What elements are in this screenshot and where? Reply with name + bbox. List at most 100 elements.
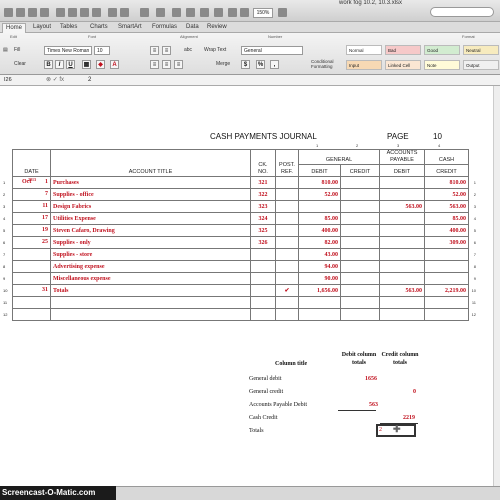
ck-no-cell[interactable]: 325: [250, 224, 276, 237]
orientation-button[interactable]: abc: [184, 46, 192, 55]
ap-debit-cell[interactable]: [379, 260, 426, 273]
general-debit-cell[interactable]: 1,656.00: [298, 284, 341, 297]
account-cell[interactable]: Advertising expense: [50, 260, 251, 273]
ck-no-cell[interactable]: [250, 296, 276, 309]
wrap-text-button[interactable]: Wrap Text: [204, 46, 226, 55]
cash-credit-cell[interactable]: 810.00 1: [424, 176, 476, 189]
date-cell[interactable]: 11: [3, 296, 51, 309]
search-input[interactable]: [430, 7, 494, 17]
general-debit-cell[interactable]: 52.00: [298, 188, 341, 201]
date-cell[interactable]: 8: [3, 260, 51, 273]
cash-credit-cell[interactable]: 400.00 5: [424, 224, 476, 237]
align-right-icon[interactable]: ≡: [174, 60, 183, 69]
tab-home[interactable]: Home: [2, 23, 27, 33]
account-cell[interactable]: Steven Cafaro, Drawing: [50, 224, 251, 237]
date-cell[interactable]: 6 25: [3, 236, 51, 249]
date-cell[interactable]: 7: [3, 248, 51, 261]
style-normal[interactable]: Normal: [346, 45, 382, 55]
worksheet[interactable]: CASH PAYMENTS JOURNAL PAGE 10 1 2 3 4 DA…: [0, 86, 500, 486]
general-credit-cell[interactable]: [339, 296, 381, 309]
post-ref-cell[interactable]: [275, 248, 299, 261]
style-bad[interactable]: Bad: [385, 45, 421, 55]
tab-formulas[interactable]: Formulas: [152, 23, 177, 32]
save-icon[interactable]: [28, 8, 37, 17]
post-ref-cell[interactable]: [275, 200, 299, 213]
general-debit-cell[interactable]: 43.00: [298, 248, 341, 261]
ap-debit-cell[interactable]: 563.00: [379, 284, 426, 297]
underline-button[interactable]: U: [66, 60, 75, 69]
ck-no-cell[interactable]: [250, 308, 276, 321]
undo-icon[interactable]: [108, 8, 117, 17]
media-icon[interactable]: [240, 8, 249, 17]
ap-debit-cell[interactable]: [379, 212, 426, 225]
paste-button[interactable]: ▤: [3, 46, 8, 55]
clear-button[interactable]: Clear: [14, 60, 26, 69]
ap-debit-cell[interactable]: [379, 188, 426, 201]
paste-icon[interactable]: [80, 8, 89, 17]
autosum-icon[interactable]: [140, 8, 149, 17]
ck-no-cell[interactable]: 324: [250, 212, 276, 225]
general-credit-cell[interactable]: [339, 224, 381, 237]
general-credit-cell[interactable]: [339, 260, 381, 273]
post-ref-cell[interactable]: [275, 188, 299, 201]
post-ref-cell[interactable]: [275, 272, 299, 285]
post-ref-cell[interactable]: ✔: [275, 284, 299, 297]
general-credit-cell[interactable]: [339, 188, 381, 201]
general-debit-cell[interactable]: 94.00: [298, 260, 341, 273]
account-cell[interactable]: Totals: [50, 284, 251, 297]
ck-no-cell[interactable]: [250, 248, 276, 261]
tab-layout[interactable]: Layout: [33, 23, 51, 32]
account-cell[interactable]: Purchases: [50, 176, 251, 189]
formula-input[interactable]: 2: [88, 76, 91, 85]
post-ref-cell[interactable]: [275, 212, 299, 225]
zoom-select[interactable]: 150%: [253, 8, 273, 18]
general-credit-cell[interactable]: [339, 272, 381, 285]
cut-icon[interactable]: [56, 8, 65, 17]
toolbox-icon[interactable]: [214, 8, 223, 17]
cash-credit-cell[interactable]: 309.00 6: [424, 236, 476, 249]
style-input[interactable]: Input: [346, 60, 382, 70]
post-ref-cell[interactable]: [275, 236, 299, 249]
ck-no-cell[interactable]: 321: [250, 176, 276, 189]
borders-icon[interactable]: ▦: [82, 60, 91, 69]
style-linked-cell[interactable]: Linked Cell: [385, 60, 421, 70]
general-credit-cell[interactable]: [339, 236, 381, 249]
ck-no-cell[interactable]: [250, 272, 276, 285]
general-credit-cell[interactable]: [339, 176, 381, 189]
cash-credit-cell[interactable]: 52.00 2: [424, 188, 476, 201]
ck-no-cell[interactable]: [250, 284, 276, 297]
currency-icon[interactable]: $: [241, 60, 250, 69]
ap-debit-cell[interactable]: [379, 272, 426, 285]
general-debit-cell[interactable]: 810.00: [298, 176, 341, 189]
cash-credit-cell[interactable]: 2,219.00 10: [424, 284, 476, 297]
cash-credit-cell[interactable]: 563.00 3: [424, 200, 476, 213]
general-debit-cell[interactable]: 85.00: [298, 212, 341, 225]
number-format-select[interactable]: General: [241, 46, 303, 55]
align-center-icon[interactable]: ≡: [162, 60, 171, 69]
cash-credit-cell[interactable]: 9: [424, 272, 476, 285]
tab-smartart[interactable]: SmartArt: [118, 23, 142, 32]
font-size-select[interactable]: 10: [94, 46, 110, 55]
general-debit-cell[interactable]: [298, 308, 341, 321]
ck-no-cell[interactable]: 322: [250, 188, 276, 201]
redo-icon[interactable]: [120, 8, 129, 17]
name-box[interactable]: I26: [4, 76, 44, 85]
bold-button[interactable]: B: [44, 60, 53, 69]
ap-debit-cell[interactable]: [379, 248, 426, 261]
gallery-icon[interactable]: [200, 8, 209, 17]
general-credit-cell[interactable]: [339, 212, 381, 225]
post-ref-cell[interactable]: [275, 296, 299, 309]
cash-credit-cell[interactable]: 8: [424, 260, 476, 273]
align-top-icon[interactable]: ≡: [150, 46, 159, 55]
date-cell[interactable]: 27: [3, 188, 51, 201]
account-cell[interactable]: Supplies - only: [50, 236, 251, 249]
date-cell[interactable]: 4 17: [3, 212, 51, 225]
cash-credit-cell[interactable]: 11: [424, 296, 476, 309]
cash-credit-cell[interactable]: 12: [424, 308, 476, 321]
new-icon[interactable]: [4, 8, 13, 17]
vertical-scrollbar[interactable]: [493, 86, 500, 486]
percent-icon[interactable]: %: [256, 60, 265, 69]
style-good[interactable]: Good: [424, 45, 460, 55]
date-cell[interactable]: 9: [3, 272, 51, 285]
date-cell[interactable]: 3 11: [3, 200, 51, 213]
